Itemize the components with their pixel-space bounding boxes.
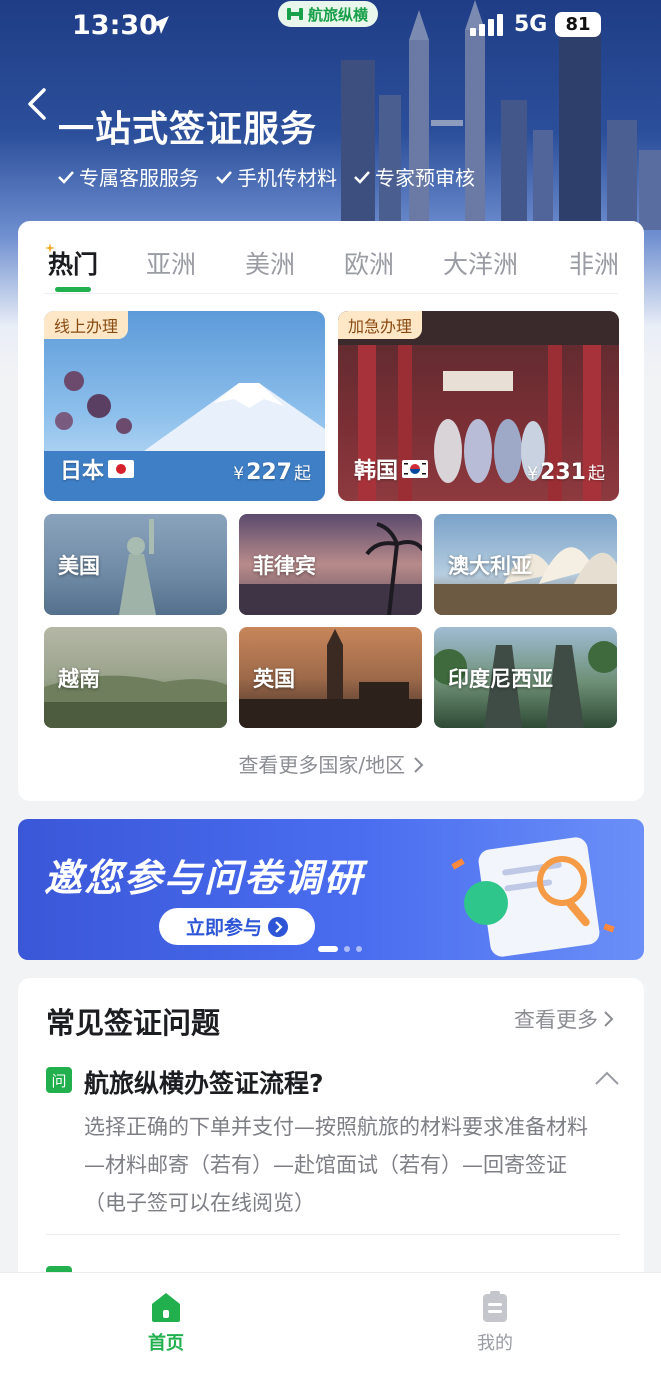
check-icon — [354, 170, 370, 184]
answer-text: 选择正确的下单并支付—按照航旅的材料要求准备材料—材料邮寄（若有）—赴馆面试（若… — [84, 1115, 588, 1215]
country-name: 日本 — [60, 459, 105, 484]
chevron-up-icon[interactable] — [594, 1070, 620, 1086]
destination-tile-philippines[interactable]: 菲律宾 — [239, 514, 422, 615]
feature-item: 专属客服服务 — [57, 162, 199, 191]
japan-flag-icon — [108, 460, 135, 478]
region-tabs: 热门 亚洲 美洲 欧洲 大洋洲 非洲 — [18, 241, 644, 293]
survey-document-illustration — [451, 837, 615, 957]
section-title: 常见签证问题 — [46, 1006, 221, 1040]
tab-asia[interactable]: 亚洲 — [146, 245, 196, 281]
battery-level: 81 — [565, 14, 591, 35]
chevron-right-icon — [413, 757, 423, 773]
active-tab-indicator — [55, 287, 91, 292]
more-countries-label: 查看更多国家/地区 — [238, 753, 406, 777]
destination-tile-japan[interactable]: 线上办理 日本 ¥ 227 起 — [44, 311, 325, 501]
divider — [46, 1234, 620, 1235]
destination-tile-uk[interactable]: 英国 — [239, 627, 422, 728]
carousel-indicator — [318, 946, 362, 952]
faq-more-link[interactable]: 查看更多 — [514, 1004, 614, 1034]
survey-banner[interactable]: 邀您参与问卷调研 立即参与 — [18, 819, 644, 960]
location-arrow-icon — [151, 16, 169, 34]
bottom-navigation: 首页 我的 — [0, 1272, 661, 1379]
service-badge: 线上办理 — [44, 311, 129, 339]
faq-question[interactable]: 问 航旅纵横办签证流程? — [46, 1064, 620, 1098]
profile-clipboard-icon — [483, 1291, 507, 1322]
carousel-dot — [356, 946, 362, 952]
currency-symbol: ¥ — [527, 464, 539, 484]
status-bar: 13:30 航旅纵横 5G 81 — [0, 0, 661, 54]
network-type: 5G — [514, 12, 548, 37]
nav-label: 我的 — [477, 1333, 513, 1354]
destination-tile-australia[interactable]: 澳大利亚 — [434, 514, 617, 615]
service-features: 专属客服服务 手机传材料 专家预审核 — [57, 162, 475, 191]
price-tag: ¥ 227 起 — [233, 459, 311, 485]
currency-symbol: ¥ — [233, 464, 245, 484]
page-title: 一站式签证服务 — [58, 109, 318, 150]
feature-label: 专属客服服务 — [79, 166, 199, 190]
country-label: 日本 — [60, 453, 135, 485]
battery-indicator: 81 — [555, 12, 601, 37]
tab-americas[interactable]: 美洲 — [245, 245, 295, 281]
price-value: 231 — [540, 460, 586, 485]
nav-mine[interactable]: 我的 — [435, 1289, 555, 1355]
divider — [44, 293, 618, 294]
question-text: 航旅纵横办签证流程? — [84, 1069, 324, 1098]
tab-africa[interactable]: 非洲 — [569, 245, 619, 281]
tab-oceania[interactable]: 大洋洲 — [443, 245, 518, 281]
destination-name: 澳大利亚 — [448, 553, 532, 578]
feature-label: 专家预审核 — [375, 166, 475, 190]
price-suffix: 起 — [588, 464, 605, 484]
banner-title: 邀您参与问卷调研 — [44, 856, 365, 900]
button-label: 立即参与 — [185, 917, 262, 939]
cellular-signal-icon — [470, 14, 503, 36]
nav-label: 首页 — [148, 1333, 184, 1354]
chevron-right-icon — [604, 1011, 614, 1027]
country-label: 韩国 — [354, 453, 429, 485]
feature-item: 专家预审核 — [353, 162, 475, 191]
feature-label: 手机传材料 — [237, 166, 337, 190]
price-value: 227 — [246, 460, 292, 485]
clock: 13:30 — [72, 10, 158, 41]
feature-item: 手机传材料 — [215, 162, 337, 191]
destination-name: 英国 — [253, 666, 295, 691]
back-icon[interactable] — [24, 86, 52, 122]
nav-home[interactable]: 首页 — [106, 1289, 226, 1355]
destination-name: 越南 — [58, 666, 100, 691]
country-name: 韩国 — [354, 459, 399, 484]
carousel-dot — [318, 946, 338, 952]
destination-name: 菲律宾 — [253, 553, 316, 578]
check-icon — [216, 170, 232, 184]
service-badge: 加急办理 — [338, 311, 423, 339]
home-icon — [152, 1293, 180, 1322]
carousel-dot — [344, 946, 350, 952]
destination-tile-indonesia[interactable]: 印度尼西亚 — [434, 627, 617, 728]
more-label: 查看更多 — [514, 1008, 598, 1032]
brand-capsule[interactable]: 航旅纵横 — [278, 1, 379, 27]
join-survey-button[interactable]: 立即参与 — [159, 908, 315, 945]
arrow-circle-icon — [268, 916, 288, 937]
destination-tile-usa[interactable]: 美国 — [44, 514, 227, 615]
price-suffix: 起 — [294, 464, 311, 484]
brand-name: 航旅纵横 — [308, 5, 369, 24]
korea-flag-icon — [402, 460, 429, 478]
destination-tile-vietnam[interactable]: 越南 — [44, 627, 227, 728]
destination-tile-korea[interactable]: 加急办理 韩国 ¥ 231 起 — [338, 311, 619, 501]
brand-logo-icon — [287, 8, 303, 20]
destination-name: 印度尼西亚 — [448, 666, 553, 691]
destination-name: 美国 — [58, 553, 100, 578]
tab-hot[interactable]: 热门 — [48, 245, 98, 281]
tab-europe[interactable]: 欧洲 — [344, 245, 394, 281]
check-icon — [58, 170, 74, 184]
more-countries-link[interactable]: 查看更多国家/地区 — [18, 749, 644, 778]
price-tag: ¥ 231 起 — [527, 459, 605, 485]
question-badge: 问 — [46, 1067, 72, 1093]
destination-card: 热门 亚洲 美洲 欧洲 大洋洲 非洲 线上办理 日本 ¥ 227 起 加急办理 … — [18, 221, 644, 801]
